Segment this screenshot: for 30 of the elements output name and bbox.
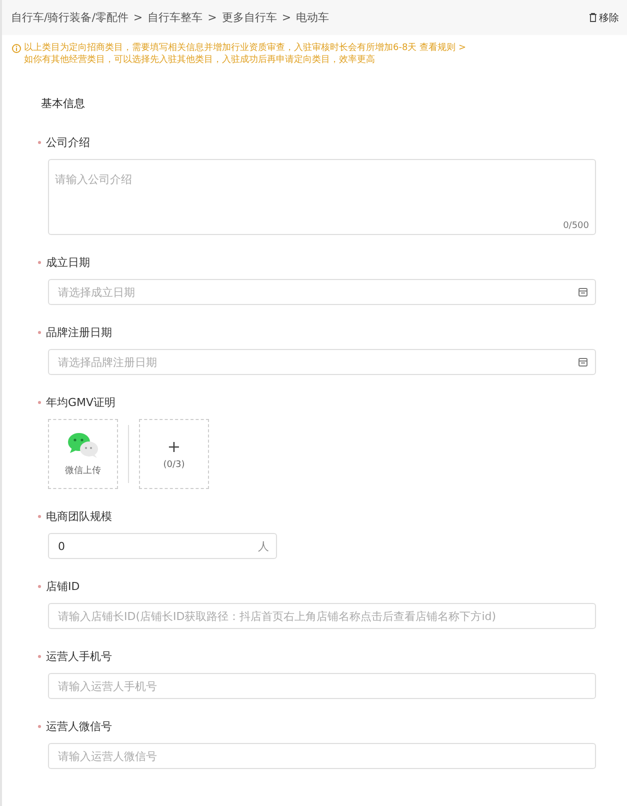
remove-button[interactable]: 移除	[589, 10, 619, 24]
calendar-icon	[578, 357, 588, 367]
breadcrumb-item[interactable]: 自行车整车	[148, 10, 203, 25]
notice-text: 以上类目为定向招商类目，需要填写相关信息并增加行业资质审查，入驻审核时长会有所增加6-8天 查看规则 >	[24, 42, 466, 54]
field-label: 年均GMV证明	[46, 395, 116, 410]
field-label: 店铺ID	[46, 579, 80, 594]
breadcrumb-item[interactable]: 电动车	[296, 10, 330, 25]
breadcrumb-separator: >	[208, 11, 217, 24]
field-label: 公司介绍	[46, 135, 90, 150]
number-field[interactable]: 0 人	[48, 533, 277, 559]
wechat-upload-button[interactable]: 微信上传	[48, 419, 118, 489]
upload-button[interactable]: + (0/3)	[139, 419, 209, 489]
breadcrumb-separator: >	[282, 11, 292, 24]
chat-bubbles-icon	[66, 431, 100, 459]
breadcrumb-item[interactable]: 自行车/骑行装备/零配件	[11, 10, 128, 25]
calendar-icon	[578, 287, 588, 297]
unit-label: 人	[258, 538, 269, 554]
breadcrumb-item[interactable]: 更多自行车	[222, 10, 277, 25]
section-title: 基本信息	[41, 96, 86, 111]
field-label: 品牌注册日期	[46, 325, 112, 340]
notice-text: 如你有其他经营类目，可以选择先入驻其他类目，入驻成功后再申请定向类目，效率更高	[24, 54, 376, 66]
field-label: 运营人微信号	[46, 719, 112, 734]
field-label: 运营人手机号	[46, 649, 112, 664]
field-label: 电商团队规模	[46, 509, 112, 524]
field-label: 成立日期	[46, 255, 90, 270]
text-area[interactable]: 请输入公司介绍 0/500	[48, 159, 596, 235]
info-icon	[12, 44, 21, 53]
breadcrumb-separator: >	[133, 11, 143, 24]
character-counter: 0/500	[563, 221, 589, 231]
trash-icon	[589, 13, 597, 22]
